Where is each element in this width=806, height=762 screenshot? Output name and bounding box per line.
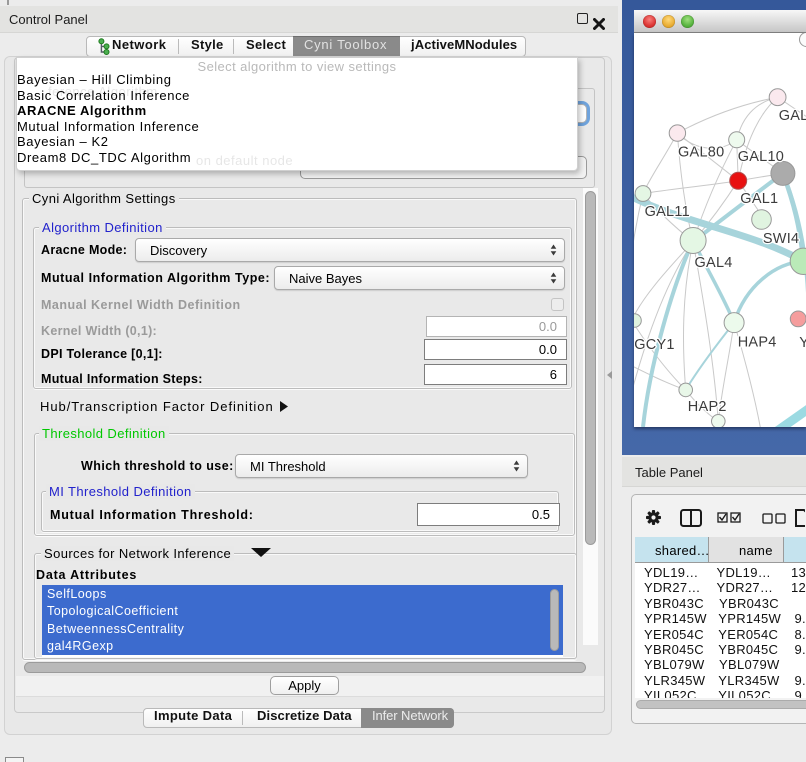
svg-text:GCY1: GCY1 — [634, 337, 675, 353]
svg-text:GAL10: GAL10 — [738, 149, 784, 165]
svg-text:HAP2: HAP2 — [688, 399, 727, 415]
svg-text:GAL80: GAL80 — [678, 145, 724, 161]
svg-text:GAL7: GAL7 — [779, 108, 806, 124]
svg-text:GAL11: GAL11 — [645, 204, 690, 220]
svg-text:GAL4: GAL4 — [695, 255, 733, 271]
svg-text:SWI4: SWI4 — [763, 231, 799, 247]
svg-text:HAP4: HAP4 — [738, 335, 777, 351]
svg-text:Y: Y — [799, 335, 806, 351]
svg-text:GAL1: GAL1 — [740, 191, 778, 207]
